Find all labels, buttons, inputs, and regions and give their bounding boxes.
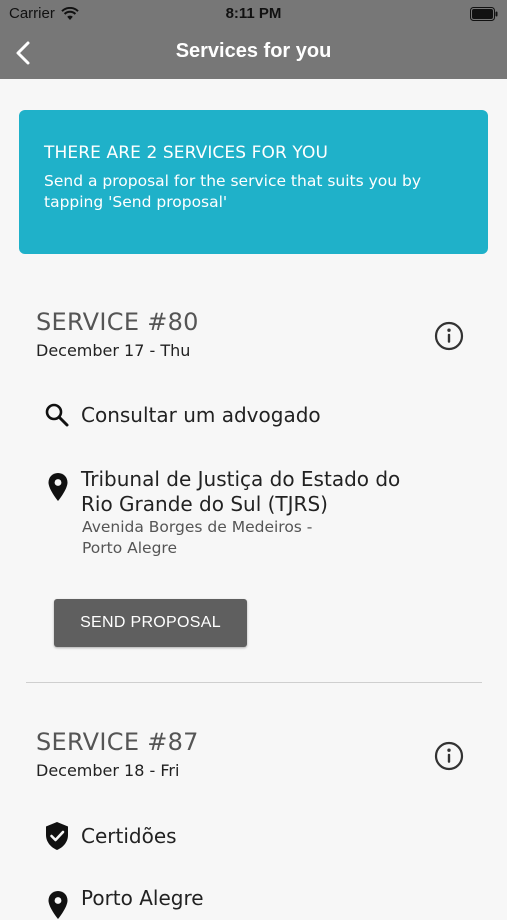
info-icon[interactable] <box>434 321 464 351</box>
address-line2: Porto Alegre <box>82 539 177 557</box>
status-bar: Carrier 8:11 PM <box>0 0 507 28</box>
info-icon[interactable] <box>434 741 464 771</box>
services-count-banner: THERE ARE 2 SERVICES FOR YOU Send a prop… <box>19 110 488 254</box>
search-icon <box>45 403 69 427</box>
service-category: Certidões <box>81 824 177 848</box>
banner-heading: THERE ARE 2 SERVICES FOR YOU <box>44 143 328 163</box>
divider <box>26 682 482 683</box>
location-pin-icon <box>48 891 68 919</box>
location-pin-icon <box>48 473 68 501</box>
location-name-line1: Porto Alegre <box>81 886 204 910</box>
page-title: Services for you <box>175 40 332 62</box>
service-title: SERVICE #87 <box>36 728 199 756</box>
banner-description: Send a proposal for the service that sui… <box>44 172 422 211</box>
location-name-line2: Rio Grande do Sul (TJRS) <box>81 492 328 516</box>
address-line1: Avenida Borges de Medeiros - <box>82 518 313 536</box>
service-category: Consultar um advogado <box>81 403 321 427</box>
navigation-bar: Services for you <box>0 28 507 79</box>
service-title: SERVICE #80 <box>36 308 199 336</box>
send-proposal-button[interactable]: SEND PROPOSAL <box>54 599 247 647</box>
location-name-line1: Tribunal de Justiça do Estado do <box>81 467 401 491</box>
battery-icon <box>470 7 498 21</box>
status-time: 8:11 PM <box>225 5 282 22</box>
service-date: December 18 - Fri <box>36 761 180 780</box>
shield-check-icon <box>46 822 68 850</box>
service-date: December 17 - Thu <box>36 341 191 360</box>
